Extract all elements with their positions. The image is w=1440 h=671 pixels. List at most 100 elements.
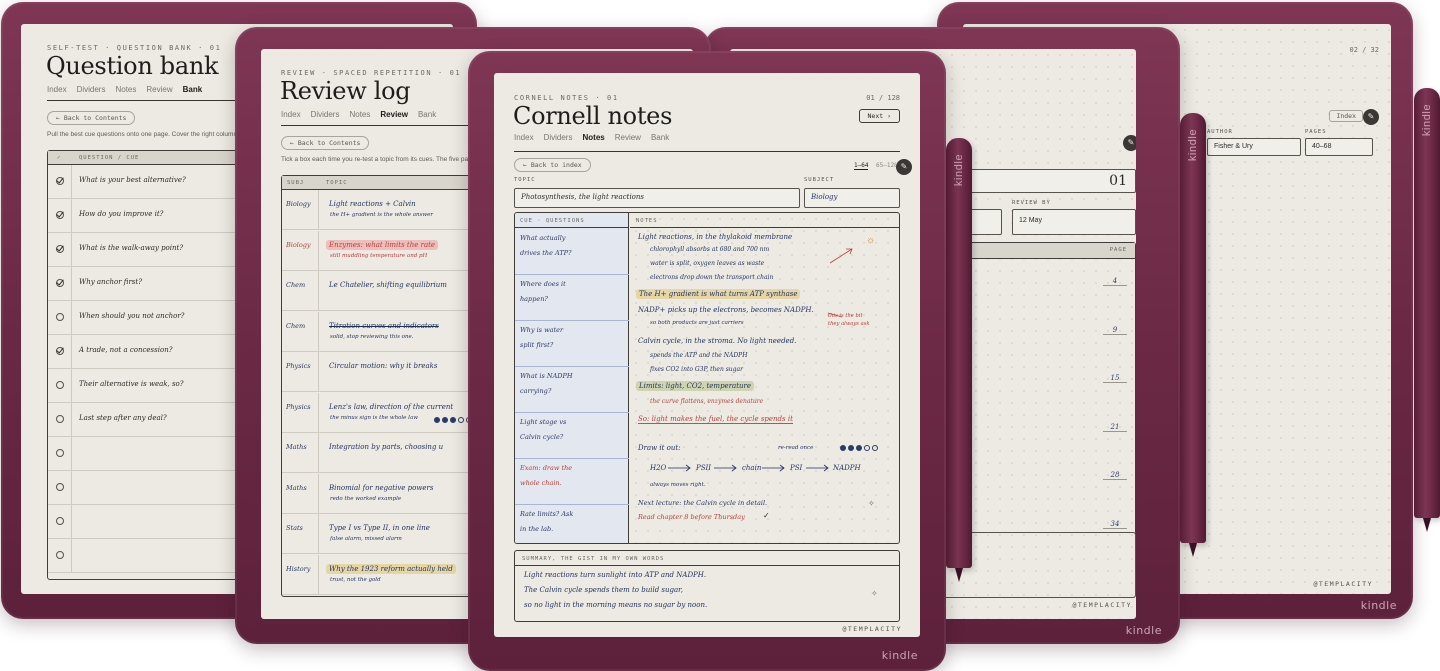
author-field[interactable]: Fisher & Ury [1207, 138, 1301, 156]
topic-note: false alarm, missed alarm [330, 536, 402, 542]
question-checkbox[interactable] [56, 381, 64, 389]
column-divider [71, 199, 72, 232]
stylus-pen-middle: kindle [1180, 113, 1206, 557]
page-entry: 21 [1103, 423, 1127, 432]
question-checkbox[interactable] [56, 415, 64, 423]
question-checkbox[interactable] [56, 483, 64, 491]
review-by-field[interactable]: 12 May [1012, 209, 1136, 235]
nav-notes[interactable]: Notes [582, 133, 604, 142]
pen-icon[interactable]: ✎ [1123, 135, 1136, 151]
column-divider [71, 165, 72, 198]
nav-index[interactable]: Index [47, 85, 67, 94]
question-checkbox[interactable] [56, 449, 64, 457]
note-line: Next lecture: the Calvin cycle in detail… [638, 499, 768, 507]
topic-label: TOPIC [514, 177, 536, 183]
note-line: Read chapter 8 before Thursday [638, 513, 745, 521]
topic-text: Titration curves and indicators [329, 321, 439, 330]
nav-dividers[interactable]: Dividers [544, 133, 573, 142]
question-checkbox[interactable] [56, 245, 64, 253]
topic-value: Photosynthesis, the light reactions [521, 193, 644, 201]
topic-field[interactable]: Photosynthesis, the light reactions [514, 188, 800, 208]
nav-review[interactable]: Review [615, 133, 641, 142]
subject-field[interactable]: Biology [804, 188, 900, 208]
question-checkbox[interactable] [56, 347, 64, 355]
subject-cell: History [286, 564, 311, 573]
next-button[interactable]: Next › [858, 109, 900, 123]
column-divider [71, 539, 72, 572]
page-column-header: PAGE [1109, 247, 1127, 253]
stylus-brand: kindle [1421, 103, 1433, 137]
question-text: When should you not anchor? [79, 312, 185, 320]
summary-header-rule [515, 565, 899, 566]
question-checkbox[interactable] [56, 177, 64, 185]
summary-line: Light reactions turn sunlight into ATP a… [524, 571, 707, 579]
cue-header-rule [515, 227, 628, 228]
question-text: What is your best alternative? [79, 176, 186, 184]
back-to-contents-button[interactable]: ← Back to Contents [281, 136, 370, 150]
column-divider [71, 267, 72, 300]
question-checkbox[interactable] [56, 313, 64, 321]
template-brand: @TEMPLACITY [1313, 580, 1373, 588]
stylus-pen-right: kindle [1414, 88, 1440, 532]
question-text: How do you improve it? [79, 210, 164, 218]
nav-notes[interactable]: Notes [115, 85, 136, 94]
nav-dividers[interactable]: Dividers [311, 110, 340, 119]
nav-notes[interactable]: Notes [349, 110, 370, 119]
column-divider [71, 505, 72, 538]
subject-cell: Biology [286, 240, 311, 249]
kindle-logo: kindle [1360, 599, 1397, 612]
diagram-arrows [668, 248, 853, 472]
question-text: What is the walk-away point? [79, 244, 184, 252]
pen-icon[interactable]: ✎ [1363, 109, 1379, 125]
cue-header: CUE · QUESTIONS [520, 218, 585, 224]
review-by-label: REVIEW BY [1012, 200, 1051, 206]
nav-review[interactable]: Review [380, 110, 408, 119]
column-divider [318, 392, 319, 432]
nav-dividers[interactable]: Dividers [77, 85, 106, 94]
index-button[interactable]: Index [1329, 110, 1363, 122]
subject-cell: Maths [286, 443, 307, 451]
page-description: Pull the best cue questions onto one pag… [47, 131, 243, 138]
topic-note: the minus sign is the whole law [330, 414, 418, 421]
subject-cell: Biology [286, 200, 311, 208]
range-tab-active[interactable]: 1–64 [854, 162, 869, 170]
question-checkbox[interactable] [56, 211, 64, 219]
pages-label: PAGES [1305, 129, 1327, 135]
question-checkbox[interactable] [56, 279, 64, 287]
nav-index[interactable]: Index [514, 133, 534, 142]
kindle-logo: kindle [881, 649, 918, 662]
check-mark-icon: ✓ [763, 511, 770, 520]
subject-cell: Maths [286, 483, 307, 492]
nav-review[interactable]: Review [146, 85, 172, 94]
column-divider [71, 471, 72, 504]
nav-bank[interactable]: Bank [418, 110, 436, 119]
question-text: A trade, not a concession? [79, 346, 173, 354]
page-entry: 9 [1103, 326, 1127, 335]
range-tab-other[interactable]: 65–128 [876, 162, 896, 169]
header-rule [514, 151, 900, 152]
nav-bank[interactable]: Bank [183, 85, 203, 94]
subject-cell: Physics [286, 362, 311, 370]
page-entry: 15 [1103, 374, 1127, 383]
cue-question: What is NADPH carrying? [515, 367, 629, 413]
page-description: Tick a box each time you re-test a topic… [281, 156, 475, 163]
back-to-index-button[interactable]: ← Back to index [514, 158, 591, 172]
pen-icon[interactable]: ✎ [896, 159, 912, 175]
nav-index[interactable]: Index [281, 110, 301, 119]
pages-field[interactable]: 40–68 [1305, 138, 1373, 156]
stylus-pen-left: kindle [946, 138, 972, 582]
topic-text: Enzymes: what limits the rate [326, 239, 439, 250]
page-title: Review log [280, 77, 411, 105]
page-title: Question bank [46, 52, 219, 80]
cue-question: What actually drives the ATP? [515, 229, 629, 275]
back-to-contents-button[interactable]: ← Back to Contents [47, 111, 136, 125]
topic-text: Lenz's law, direction of the current [329, 402, 454, 411]
column-divider [71, 403, 72, 436]
question-checkbox[interactable] [56, 551, 64, 559]
nav-bank[interactable]: Bank [651, 133, 669, 142]
subject-cell: Physics [286, 402, 311, 411]
subject-value: Biology [811, 193, 838, 201]
question-checkbox[interactable] [56, 517, 64, 525]
sun-icon: ☼ [866, 235, 876, 246]
page-number: 01 / 128 [866, 94, 900, 102]
